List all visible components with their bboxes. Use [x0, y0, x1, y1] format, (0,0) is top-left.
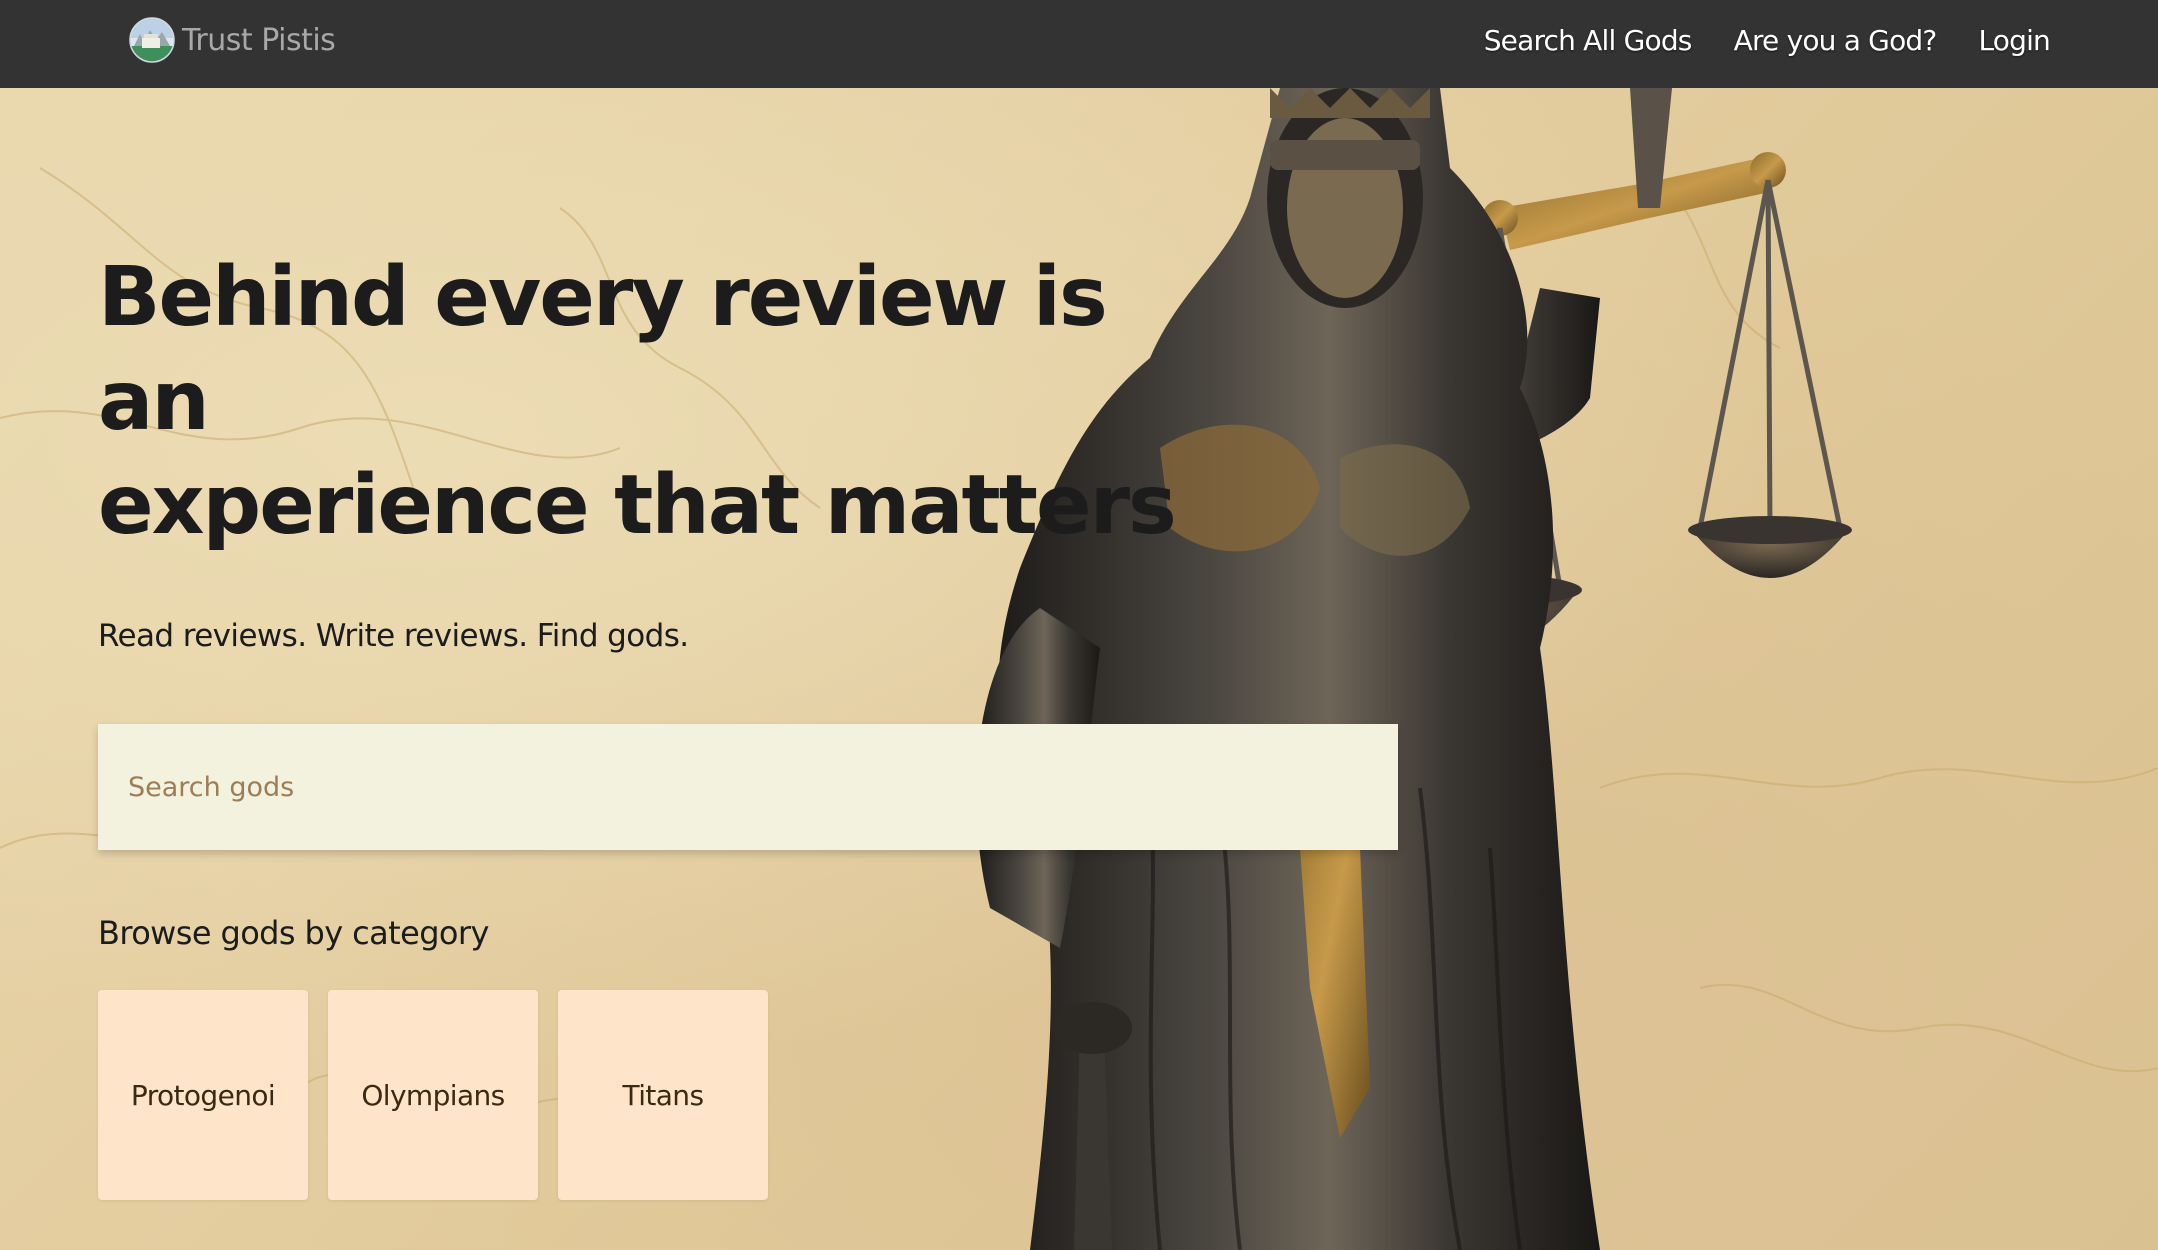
brand-name: Trust Pistis — [182, 22, 336, 58]
hero-headline: Behind every review is an experience tha… — [98, 246, 1198, 558]
hero-section: Behind every review is an experience tha… — [0, 88, 2158, 1250]
browse-category-heading: Browse gods by category — [98, 914, 489, 952]
category-card-olympians[interactable]: Olympians — [328, 990, 538, 1200]
nav-link-are-you-a-god[interactable]: Are you a God? — [1734, 24, 1938, 57]
nav-links: Search All Gods Are you a God? Login — [1484, 0, 2051, 80]
nav-link-login[interactable]: Login — [1978, 24, 2050, 57]
hero-headline-line-1: Behind every review is an — [98, 250, 1108, 449]
brand-home-link[interactable]: Trust Pistis — [128, 14, 336, 66]
hero-headline-line-2: experience that matters — [98, 458, 1177, 553]
category-list: Protogenoi Olympians Titans — [98, 990, 768, 1200]
category-label: Olympians — [361, 1078, 505, 1112]
category-label: Protogenoi — [130, 1078, 276, 1112]
search-gods-input[interactable] — [98, 724, 1398, 850]
category-card-titans[interactable]: Titans — [558, 990, 768, 1200]
nav-link-search-all-gods[interactable]: Search All Gods — [1484, 24, 1693, 57]
hero-tagline: Read reviews. Write reviews. Find gods. — [98, 618, 689, 654]
top-navbar: Trust Pistis Search All Gods Are you a G… — [0, 0, 2158, 88]
category-label: Titans — [622, 1078, 705, 1112]
brand-logo-icon — [129, 17, 175, 63]
category-card-protogenoi[interactable]: Protogenoi — [98, 990, 308, 1200]
